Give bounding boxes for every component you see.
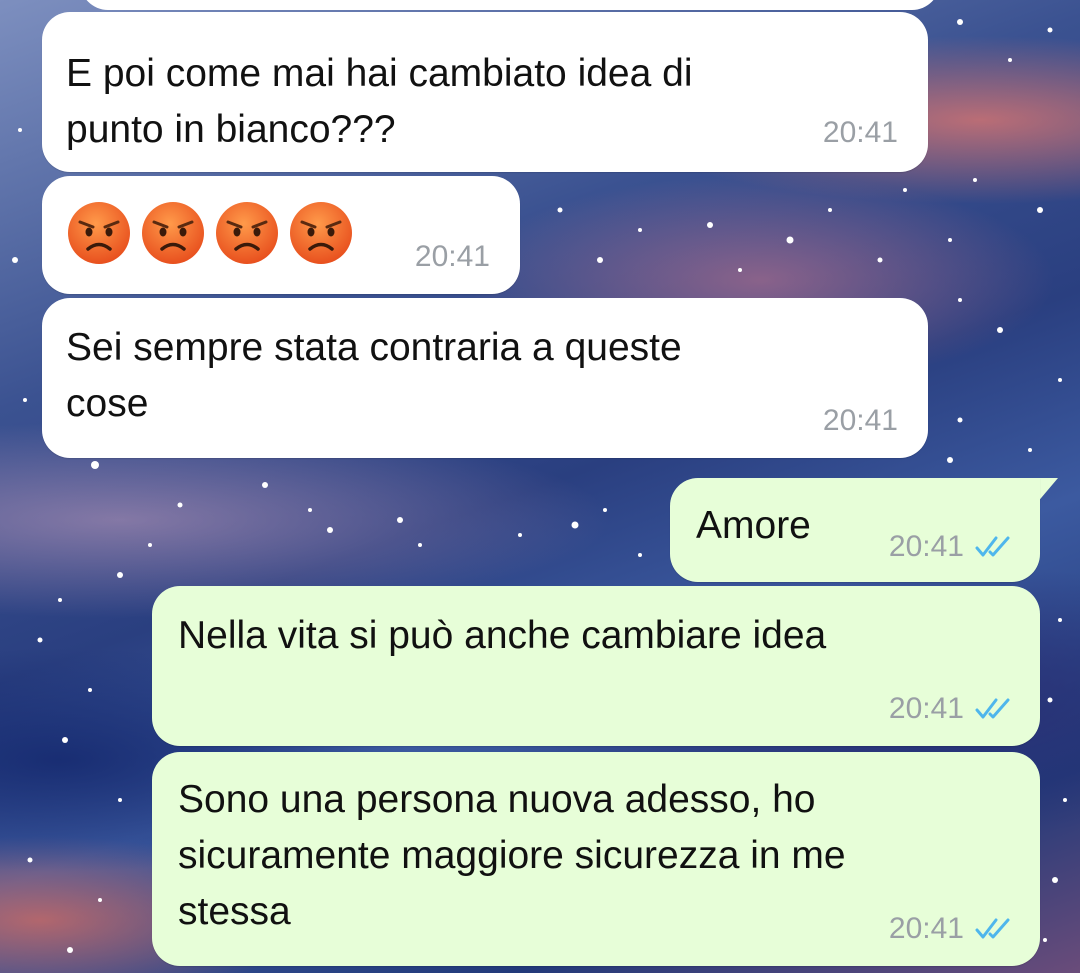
- message-timestamp: 20:41: [822, 116, 898, 149]
- pouting-face-emoji-icon: [142, 202, 204, 264]
- message-meta: 20:41: [823, 404, 898, 438]
- message-text-line: E poi come mai hai cambiato idea di: [66, 52, 693, 95]
- previous-message-bubble-edge: [80, 0, 940, 10]
- message-timestamp: 20:41: [414, 240, 490, 273]
- incoming-emoji-message-bubble[interactable]: 20:41: [42, 176, 520, 294]
- outgoing-message-bubble[interactable]: Sono una persona nuova adesso, ho sicura…: [152, 752, 1040, 966]
- message-text-line: stessa: [178, 890, 291, 933]
- message-timestamp: 20:41: [822, 404, 898, 437]
- outgoing-message-bubble[interactable]: Amore 20:41: [670, 478, 1040, 582]
- read-double-check-icon: [975, 918, 1010, 939]
- message-text-line: Sono una persona nuova adesso, ho: [178, 778, 816, 821]
- message-text-line: cose: [66, 382, 149, 425]
- pouting-face-emoji-icon: [290, 202, 352, 264]
- message-meta: 20:41: [889, 530, 1018, 564]
- message-meta: 20:41: [889, 912, 1018, 946]
- message-timestamp: 20:41: [888, 530, 964, 563]
- read-double-check-icon: [975, 698, 1010, 719]
- incoming-message-bubble[interactable]: Sei sempre stata contraria a queste cose…: [42, 298, 928, 458]
- message-text-line: sicuramente maggiore sicurezza in me: [178, 834, 846, 877]
- message-text-line: Amore: [696, 504, 811, 547]
- message-timestamp: 20:41: [888, 912, 964, 945]
- emoji-row: [66, 200, 354, 266]
- message-meta: 20:41: [415, 240, 490, 274]
- incoming-message-bubble[interactable]: E poi come mai hai cambiato idea di punt…: [42, 12, 928, 172]
- pouting-face-emoji-icon: [68, 202, 130, 264]
- message-text-line: punto in bianco???: [66, 108, 396, 151]
- message-meta: 20:41: [823, 116, 898, 150]
- pouting-face-emoji-icon: [216, 202, 278, 264]
- message-timestamp: 20:41: [888, 692, 964, 725]
- read-double-check-icon: [975, 536, 1010, 557]
- message-meta: 20:41: [889, 692, 1018, 726]
- message-text-line: Nella vita si può anche cambiare idea: [178, 614, 827, 657]
- message-text-line: Sei sempre stata contraria a queste: [66, 326, 682, 369]
- outgoing-message-bubble[interactable]: Nella vita si può anche cambiare idea 20…: [152, 586, 1040, 746]
